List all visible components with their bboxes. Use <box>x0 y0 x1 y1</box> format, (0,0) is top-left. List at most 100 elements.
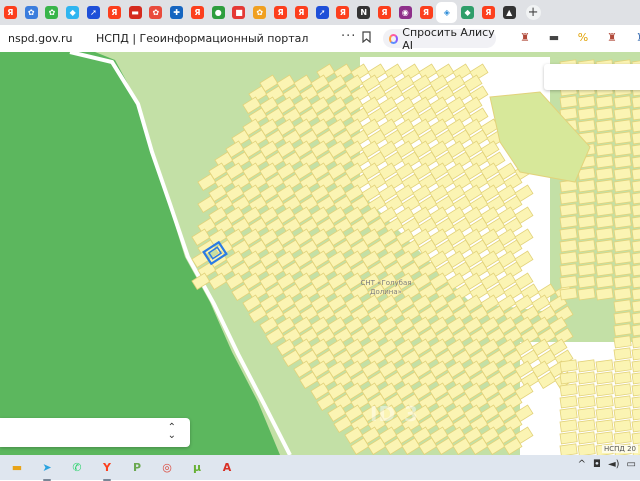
more-options-icon[interactable]: ··· <box>341 29 356 44</box>
parcel <box>577 203 596 217</box>
parcel <box>577 227 596 241</box>
parcel <box>613 323 632 337</box>
parcel <box>577 263 596 277</box>
russia-flag-icon[interactable]: ▬ <box>128 6 142 19</box>
yandex-icon[interactable]: Я <box>336 6 350 19</box>
parcel <box>613 287 632 301</box>
parcel <box>559 443 578 455</box>
parcel <box>613 143 632 157</box>
parcel <box>613 191 632 205</box>
parcel <box>613 155 632 169</box>
chrome-icon[interactable]: ◎ <box>158 459 176 477</box>
extension-icon-3[interactable]: ♜ <box>605 31 619 45</box>
avito-icon[interactable]: ◆ <box>66 6 80 19</box>
telegram-icon[interactable]: ➤ <box>38 459 56 481</box>
extension-icon-1[interactable]: ♜ <box>518 31 532 45</box>
bookmark-icon[interactable] <box>362 31 371 43</box>
parcel <box>595 263 614 277</box>
photo-icon[interactable]: ▲ <box>502 6 516 19</box>
parcel <box>595 359 614 373</box>
red-message-icon[interactable]: ■ <box>232 6 246 19</box>
extension-icon-4[interactable]: ♜ <box>634 31 640 45</box>
map-portal-icon[interactable]: ◈ <box>440 6 454 19</box>
parcel <box>577 407 596 421</box>
emblem-icon[interactable]: ◉ <box>398 6 412 19</box>
address-bar: nspd.gov.ru НСПД | Геоинформационный пор… <box>0 25 640 53</box>
map-attribution: НСПД 20 <box>601 445 638 453</box>
layer-select[interactable]: ⌃ ⌄ <box>0 418 190 447</box>
arrow-logo-icon[interactable]: ➚ <box>315 6 329 19</box>
parcel <box>559 383 578 397</box>
parcel <box>595 107 614 121</box>
tray-chevron-icon[interactable]: ^ <box>578 459 586 470</box>
network-icon[interactable]: ◘ <box>593 459 601 470</box>
yandex-icon[interactable]: Я <box>3 6 17 19</box>
parcel <box>613 239 632 253</box>
parcel <box>595 167 614 181</box>
yandex-icon[interactable]: Я <box>377 6 391 19</box>
yandex-icon[interactable]: Я <box>419 6 433 19</box>
map-viewport[interactable]: СНТ «Голубая Долина» ID 3 ⌃ ⌄ НСПД 20 <box>0 52 640 455</box>
parcel <box>577 395 596 409</box>
battery-icon[interactable]: ▭ <box>627 459 636 470</box>
page-title: НСПД | Геоинформационный портал <box>96 32 309 45</box>
map-search-box[interactable] <box>544 64 640 90</box>
parcel <box>631 215 640 229</box>
yandex-icon[interactable]: Я <box>481 6 495 19</box>
parcel <box>577 443 596 455</box>
parcel <box>559 395 578 409</box>
parcel <box>613 203 632 217</box>
address-domain[interactable]: nspd.gov.ru <box>8 32 73 45</box>
parcel <box>631 119 640 133</box>
parcel <box>631 371 640 385</box>
folder-icon[interactable]: ▬ <box>8 459 26 477</box>
green-circle-icon[interactable]: ● <box>211 6 225 19</box>
pdf-icon[interactable]: A <box>218 459 236 477</box>
yandex-browser-icon[interactable]: Y <box>98 459 116 481</box>
parcel <box>559 287 578 301</box>
watermark: ID 3 <box>370 402 419 426</box>
apps-icon[interactable]: ✿ <box>45 6 59 19</box>
parcel <box>559 419 578 433</box>
parcel <box>577 359 596 373</box>
utorrent-icon[interactable]: μ <box>188 459 206 477</box>
apps-icon[interactable]: ✿ <box>24 6 38 19</box>
apps-icon[interactable]: ✿ <box>253 6 267 19</box>
yandex-icon[interactable]: Я <box>107 6 121 19</box>
p-app-icon[interactable]: P <box>128 459 146 477</box>
parcel <box>631 287 640 301</box>
parcel <box>595 275 614 289</box>
parcel <box>613 383 632 397</box>
volume-icon[interactable]: ◄) <box>608 459 620 470</box>
yandex-icon[interactable]: Я <box>294 6 308 19</box>
parcel <box>595 239 614 253</box>
parcel <box>595 191 614 205</box>
parcel <box>559 263 578 277</box>
parcel <box>577 215 596 229</box>
parcel <box>595 407 614 421</box>
green-map-icon[interactable]: ◆ <box>461 6 475 19</box>
new-tab-button[interactable]: + <box>525 5 541 20</box>
parcel <box>631 239 640 253</box>
parcel <box>595 155 614 169</box>
parcel <box>577 431 596 445</box>
extension-icon-2[interactable]: ▬ <box>547 31 561 45</box>
apps-icon[interactable]: ✿ <box>149 6 163 19</box>
parcel <box>613 95 632 109</box>
yandex-icon[interactable]: Я <box>274 6 288 19</box>
parcel <box>631 407 640 421</box>
parcel <box>631 347 640 361</box>
map-canvas <box>0 52 640 455</box>
parcel <box>613 335 632 349</box>
parcel <box>595 371 614 385</box>
yandex-icon[interactable]: Я <box>190 6 204 19</box>
select-arrows-icon: ⌃ ⌄ <box>167 422 176 441</box>
ask-alice-button[interactable]: Спросить Алису AI <box>383 26 496 52</box>
parcel <box>613 299 632 313</box>
arrow-logo-icon[interactable]: ➚ <box>87 6 101 19</box>
medical-cross-icon[interactable]: ✚ <box>170 6 184 19</box>
whatsapp-icon[interactable]: ✆ <box>68 459 86 477</box>
notion-icon[interactable]: N <box>357 6 371 19</box>
percent-icon[interactable]: % <box>576 31 590 45</box>
parcel <box>595 395 614 409</box>
